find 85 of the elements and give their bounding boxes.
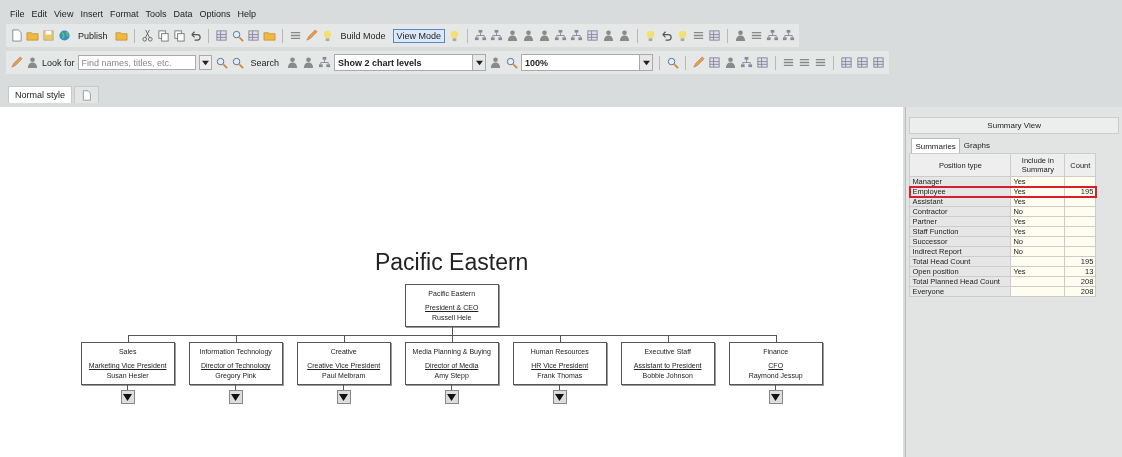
triangle-icon [771, 392, 781, 402]
person-icon[interactable] [286, 56, 300, 69]
person-icon[interactable] [601, 29, 615, 42]
person-icon[interactable] [26, 56, 39, 69]
table-cell [1064, 236, 1096, 247]
table-cell [1064, 246, 1096, 257]
org-chart-icon[interactable] [765, 29, 779, 42]
expand-button[interactable] [336, 390, 351, 404]
expand-button[interactable] [228, 390, 243, 404]
table-cell [1010, 286, 1065, 297]
org-chart-icon[interactable] [740, 56, 754, 69]
grid-icon[interactable] [708, 56, 722, 69]
copy-icon[interactable] [172, 29, 186, 42]
person-icon[interactable] [521, 29, 535, 42]
mode-button[interactable]: Build Mode [336, 28, 390, 43]
grid-icon[interactable] [246, 29, 260, 42]
caret-icon [475, 59, 483, 66]
caret-icon [642, 59, 650, 66]
search-button[interactable]: Search [246, 55, 284, 70]
menu-item[interactable]: View [54, 9, 74, 19]
look-for-label: Look for [42, 57, 75, 68]
menu-item[interactable]: Edit [31, 9, 48, 19]
mode-button[interactable]: View Mode [392, 28, 445, 43]
person-icon[interactable] [505, 29, 519, 42]
person-icon[interactable] [733, 29, 747, 42]
triangle-icon [339, 392, 349, 402]
menu-item[interactable]: Tools [145, 9, 167, 19]
summary-tab[interactable]: Graphs [959, 138, 995, 153]
dropdown-button[interactable] [198, 55, 212, 70]
org-chart-icon[interactable] [318, 56, 332, 69]
pencil-icon[interactable] [10, 56, 23, 69]
menu-item[interactable]: Help [237, 9, 256, 19]
new-tab[interactable] [74, 86, 99, 103]
summary-tab[interactable]: Summaries [911, 138, 960, 153]
person-icon[interactable] [724, 56, 738, 69]
zoom-dropdown[interactable]: 100% [521, 54, 654, 71]
table-cell [1010, 276, 1065, 287]
expand-button[interactable] [768, 390, 783, 404]
publish-button[interactable]: Publish [74, 28, 112, 43]
menu-item[interactable]: Data [173, 9, 193, 19]
triangle-icon [447, 392, 457, 402]
menu-item[interactable]: File [10, 9, 25, 19]
document-icon[interactable] [10, 29, 23, 42]
menu-item[interactable]: Insert [80, 9, 103, 19]
pencil-icon[interactable] [692, 56, 706, 69]
org-chart-icon[interactable] [569, 29, 583, 42]
grid-icon[interactable] [856, 56, 870, 69]
person-icon[interactable] [617, 29, 631, 42]
table-cell [1064, 226, 1096, 237]
table-cell [1064, 176, 1096, 187]
expand-button[interactable] [444, 390, 459, 404]
table-cell [1064, 206, 1096, 217]
org-chart-icon[interactable] [473, 29, 487, 42]
person-icon[interactable] [489, 56, 503, 69]
document-icon [81, 89, 92, 101]
expand-button[interactable] [120, 390, 135, 404]
caret-icon [201, 59, 209, 66]
triangle-icon [555, 392, 565, 402]
globe-icon[interactable] [58, 29, 71, 42]
grid-icon[interactable] [840, 56, 854, 69]
grid-icon[interactable] [756, 56, 770, 69]
grid-icon[interactable] [585, 29, 599, 42]
person-icon[interactable] [302, 56, 316, 69]
grid-icon[interactable] [707, 29, 721, 42]
grid-icon[interactable] [214, 29, 228, 42]
person-icon[interactable] [537, 29, 551, 42]
panel-title: Summary View [909, 117, 1119, 134]
table-cell [1010, 256, 1065, 267]
chart-levels-dropdown[interactable]: Show 2 chart levels [334, 54, 487, 71]
org-chart-icon[interactable] [781, 29, 795, 42]
copy-icon[interactable] [156, 29, 170, 42]
table-cell [1064, 196, 1096, 207]
triangle-icon [123, 392, 133, 402]
menu-item[interactable]: Options [199, 9, 231, 19]
org-chart-icon[interactable] [489, 29, 503, 42]
pencil-icon[interactable] [304, 29, 318, 42]
chart-title: Pacific Eastern [375, 249, 529, 276]
menu-item[interactable]: Format [109, 9, 139, 19]
expand-button[interactable] [552, 390, 567, 404]
grid-icon[interactable] [872, 56, 886, 69]
org-chart-icon[interactable] [553, 29, 567, 42]
table-cell [1064, 216, 1096, 227]
style-tab[interactable]: Normal style [8, 86, 72, 103]
search-field[interactable]: Find names, titles, etc. [77, 55, 196, 70]
triangle-icon [231, 392, 241, 402]
